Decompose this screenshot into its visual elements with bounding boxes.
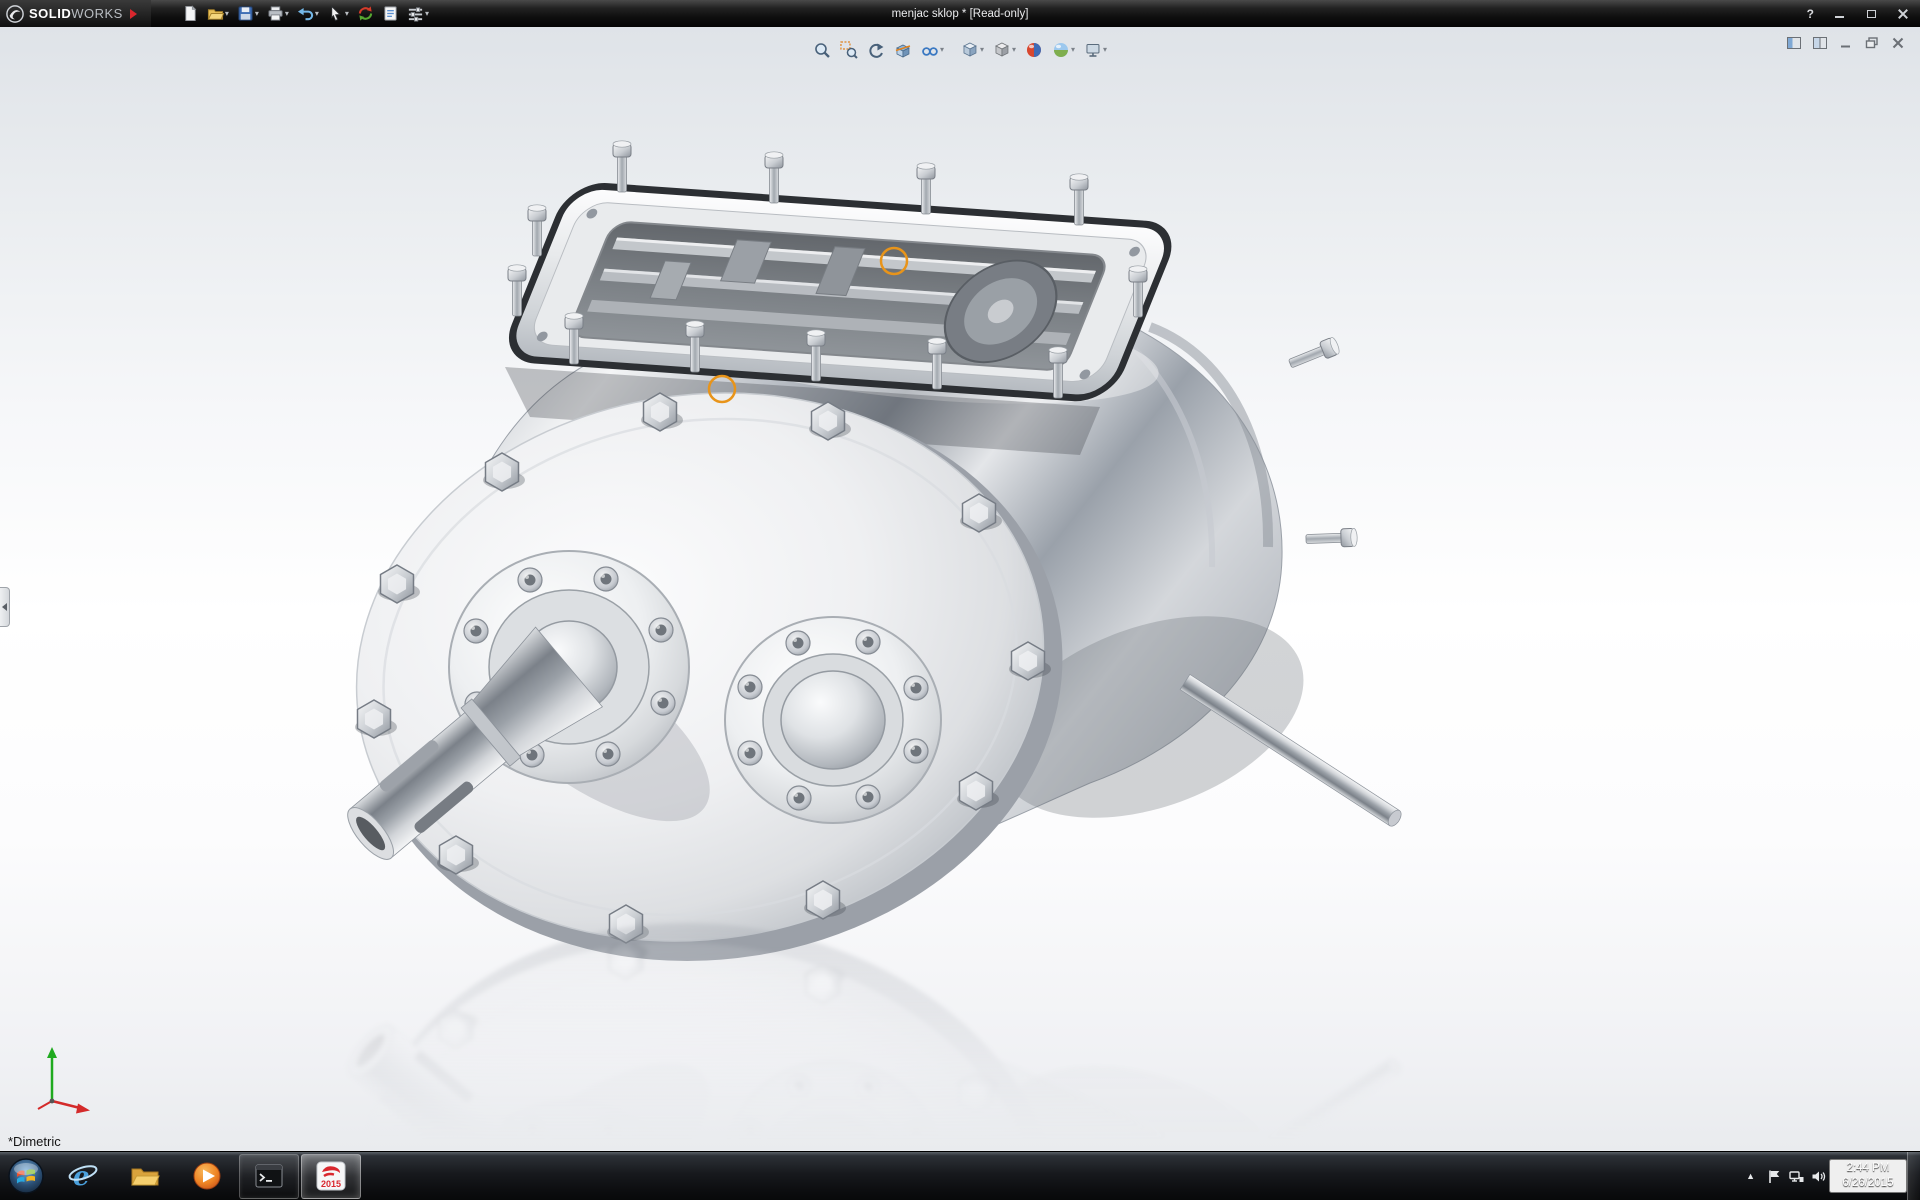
- apply-scene-icon: [1052, 41, 1070, 59]
- apply-scene-button[interactable]: ▾: [1049, 39, 1078, 61]
- display-style-button[interactable]: ▾: [990, 39, 1019, 61]
- open-button[interactable]: ▾: [204, 3, 232, 24]
- zoom-to-fit-button[interactable]: [810, 39, 834, 61]
- undo-icon: [297, 5, 314, 22]
- desktop: SOLIDWORKS ▾: [0, 0, 1920, 1200]
- solidworks-year-badge: 2015: [321, 1179, 341, 1189]
- network-button[interactable]: [1785, 1152, 1807, 1200]
- show-hidden-icons-button[interactable]: ▲: [1738, 1167, 1763, 1185]
- options-button[interactable]: ▾: [404, 3, 432, 24]
- taskbar-solidworks-button[interactable]: 2015: [301, 1154, 361, 1199]
- document-minimize-icon: [1839, 37, 1853, 49]
- zoom-to-area-icon: [840, 41, 858, 59]
- folder-icon: [129, 1160, 161, 1192]
- document-close-icon: [1891, 37, 1905, 49]
- view-orientation-icon: [961, 41, 979, 59]
- open-folder-icon: [207, 5, 224, 22]
- section-view-button[interactable]: [891, 39, 915, 61]
- previous-view-icon: [867, 41, 885, 59]
- collapse-arrow-icon: [2, 603, 7, 611]
- volume-button[interactable]: [1807, 1152, 1829, 1200]
- taskbar-media-player-button[interactable]: [177, 1154, 237, 1199]
- taskbar: e: [0, 1151, 1920, 1200]
- zoom-to-area-button[interactable]: [837, 39, 861, 61]
- edit-appearance-button[interactable]: [1022, 39, 1046, 61]
- rebuild-icon: [357, 5, 374, 22]
- maximize-icon: [1867, 10, 1876, 18]
- gearbox-model[interactable]: [0, 27, 1920, 1151]
- command-prompt-icon: [253, 1160, 285, 1192]
- undo-button[interactable]: ▾: [294, 3, 322, 24]
- system-tray: ▲: [1738, 1152, 1920, 1200]
- clock-date: 6/26/2015: [1835, 1176, 1901, 1191]
- titlebar: SOLIDWORKS ▾: [0, 0, 1920, 27]
- media-player-icon: [191, 1160, 223, 1192]
- titlebar-controls: ?: [1803, 0, 1914, 27]
- section-view-icon: [894, 41, 912, 59]
- display-style-icon: [993, 41, 1011, 59]
- close-button[interactable]: [1892, 6, 1914, 22]
- split-pane-button[interactable]: [1810, 34, 1830, 51]
- minimize-button[interactable]: [1828, 6, 1850, 22]
- print-button[interactable]: ▾: [264, 3, 292, 24]
- view-orientation-label: *Dimetric: [8, 1134, 61, 1149]
- view-settings-button[interactable]: ▾: [1081, 39, 1110, 61]
- file-properties-icon: [382, 5, 399, 22]
- rebuild-button[interactable]: [354, 3, 377, 24]
- taskbar-clock[interactable]: 2:44 PM 6/26/2015: [1829, 1159, 1907, 1193]
- standard-toolbar: ▾ ▾ ▾: [179, 3, 432, 24]
- view-orientation-button[interactable]: ▾: [958, 39, 987, 61]
- featuremanager-pane-icon: [1787, 37, 1801, 49]
- taskbar-internet-explorer-button[interactable]: e: [53, 1154, 113, 1199]
- help-button[interactable]: ?: [1803, 7, 1818, 21]
- start-button[interactable]: [0, 1152, 52, 1200]
- close-icon: [1898, 9, 1908, 19]
- windows-start-icon: [6, 1156, 46, 1196]
- view-settings-icon: [1084, 41, 1102, 59]
- orientation-triad: [14, 1035, 98, 1119]
- solidworks-icon: 2015: [315, 1160, 347, 1192]
- minimize-icon: [1835, 16, 1844, 18]
- file-properties-button[interactable]: [379, 3, 402, 24]
- document-title: menjac sklop * [Read-only]: [892, 8, 1029, 20]
- volume-icon: [1811, 1169, 1826, 1184]
- new-document-icon: [182, 5, 199, 22]
- internet-explorer-icon: e: [67, 1160, 99, 1192]
- brand-arrow-icon: [130, 9, 137, 19]
- taskbar-command-prompt-button[interactable]: [239, 1154, 299, 1199]
- brand-name: SOLIDWORKS: [29, 6, 123, 21]
- taskbar-apps: e: [52, 1152, 362, 1200]
- graphics-area[interactable]: ▾ ▾ ▾: [0, 27, 1920, 1151]
- edit-appearance-icon: [1025, 41, 1043, 59]
- save-button[interactable]: ▾: [234, 3, 262, 24]
- previous-view-button[interactable]: [864, 39, 888, 61]
- dassault-systemes-icon: [6, 5, 24, 23]
- select-cursor-icon: [327, 5, 344, 22]
- new-document-button[interactable]: [179, 3, 202, 24]
- hide-show-items-icon: [921, 41, 939, 59]
- save-icon: [237, 5, 254, 22]
- action-center-button[interactable]: [1763, 1152, 1785, 1200]
- show-desktop-button[interactable]: [1907, 1152, 1920, 1200]
- document-window-controls: [1784, 34, 1908, 51]
- split-pane-icon: [1813, 37, 1827, 49]
- print-icon: [267, 5, 284, 22]
- solidworks-logo: SOLIDWORKS: [0, 0, 151, 27]
- action-center-flag-icon: [1767, 1169, 1782, 1184]
- hide-show-items-button[interactable]: ▾: [918, 39, 947, 61]
- document-restore-icon: [1865, 37, 1879, 49]
- options-icon: [407, 5, 424, 22]
- maximize-button[interactable]: [1860, 6, 1882, 22]
- network-icon: [1789, 1169, 1804, 1184]
- document-restore-button[interactable]: [1862, 34, 1882, 51]
- document-close-button[interactable]: [1888, 34, 1908, 51]
- feature-panel-collapse-tab[interactable]: [0, 587, 10, 627]
- clock-time: 2:44 PM: [1835, 1161, 1901, 1176]
- select-button[interactable]: ▾: [324, 3, 352, 24]
- heads-up-view-toolbar: ▾ ▾ ▾: [810, 39, 1110, 61]
- zoom-to-fit-icon: [813, 41, 831, 59]
- document-minimize-button[interactable]: [1836, 34, 1856, 51]
- featuremanager-pane-button[interactable]: [1784, 34, 1804, 51]
- taskbar-windows-explorer-button[interactable]: [115, 1154, 175, 1199]
